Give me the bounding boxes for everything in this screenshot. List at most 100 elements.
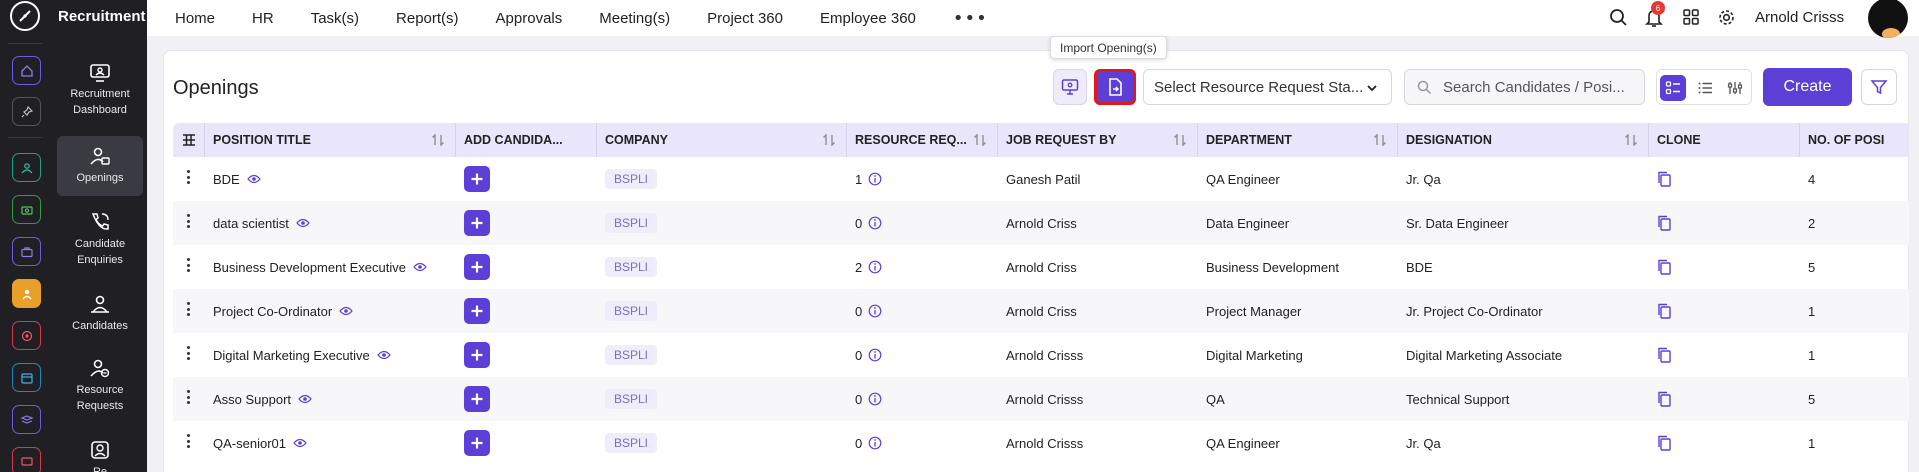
gear-icon[interactable] bbox=[1717, 8, 1736, 31]
position-title[interactable]: Digital Marketing Executive bbox=[213, 348, 370, 363]
header-no-of-positions[interactable]: NO. OF POSI bbox=[1800, 123, 1909, 157]
calendar-rail-icon[interactable] bbox=[12, 363, 41, 392]
recruitment-rail-icon[interactable] bbox=[12, 279, 41, 308]
position-title[interactable]: Business Development Executive bbox=[213, 260, 406, 275]
header-designation[interactable]: DESIGNATION bbox=[1398, 123, 1649, 157]
add-candidate-button[interactable] bbox=[464, 430, 490, 456]
table-row[interactable]: BDE BSPLI 1 Ganesh Patil QA Engineer Jr. Qa 4 bbox=[173, 157, 1909, 201]
sidebar-item-openings[interactable]: Openings bbox=[57, 136, 143, 196]
info-icon[interactable] bbox=[868, 392, 882, 406]
target-rail-icon[interactable] bbox=[12, 321, 41, 350]
position-title[interactable]: BDE bbox=[213, 172, 240, 187]
present-button[interactable] bbox=[1053, 69, 1087, 105]
add-candidate-button[interactable] bbox=[464, 254, 490, 280]
create-button[interactable]: Create bbox=[1763, 68, 1852, 106]
user-name[interactable]: Arnold Crisss bbox=[1755, 9, 1844, 26]
pin-rail-icon[interactable] bbox=[12, 97, 41, 126]
header-company[interactable]: COMPANY bbox=[597, 123, 847, 157]
position-title[interactable]: QA-senior01 bbox=[213, 436, 286, 451]
add-candidate-button[interactable] bbox=[464, 210, 490, 236]
add-candidate-button[interactable] bbox=[464, 166, 490, 192]
info-icon[interactable] bbox=[868, 436, 882, 450]
nav-approvals[interactable]: Approvals bbox=[496, 10, 563, 27]
table-row[interactable]: Project Co-Ordinator BSPLI 0 Arnold Criss Pr… bbox=[173, 289, 1909, 333]
eye-icon[interactable] bbox=[298, 394, 312, 404]
eye-icon[interactable] bbox=[296, 218, 310, 228]
card-view-button[interactable] bbox=[1660, 75, 1686, 101]
row-menu-icon[interactable] bbox=[186, 302, 190, 316]
layers-rail-icon[interactable] bbox=[12, 405, 41, 434]
list-view-button[interactable] bbox=[1692, 75, 1718, 101]
nav-tasks[interactable]: Task(s) bbox=[311, 10, 359, 27]
add-candidate-button[interactable] bbox=[464, 386, 490, 412]
sidebar-item-recruitment-dashboard[interactable]: Recruitment Dashboard bbox=[57, 64, 143, 126]
sort-icon[interactable] bbox=[822, 134, 836, 146]
column-settings-button[interactable] bbox=[173, 123, 205, 157]
eye-icon[interactable] bbox=[246, 174, 261, 184]
compass-logo-icon[interactable] bbox=[10, 1, 40, 31]
sort-icon[interactable] bbox=[973, 134, 987, 146]
table-row[interactable]: Digital Marketing Executive BSPLI 0 Arnold … bbox=[173, 333, 1909, 377]
filter-button[interactable] bbox=[1861, 69, 1897, 105]
nav-more-button[interactable]: ••• bbox=[953, 8, 988, 29]
copy-icon[interactable] bbox=[1657, 171, 1671, 187]
copy-icon[interactable] bbox=[1657, 215, 1671, 231]
info-icon[interactable] bbox=[868, 304, 882, 318]
people-rail-icon[interactable] bbox=[12, 153, 41, 182]
nav-meetings[interactable]: Meeting(s) bbox=[599, 10, 670, 27]
nav-reports[interactable]: Report(s) bbox=[396, 10, 459, 27]
search-icon[interactable] bbox=[1609, 8, 1628, 31]
settings-view-button[interactable] bbox=[1722, 75, 1748, 101]
add-candidate-button[interactable] bbox=[464, 342, 490, 368]
row-menu-icon[interactable] bbox=[186, 214, 190, 228]
eye-icon[interactable] bbox=[377, 350, 391, 360]
search-input[interactable] bbox=[1443, 70, 1638, 104]
copy-icon[interactable] bbox=[1657, 391, 1671, 407]
sort-icon[interactable] bbox=[1173, 134, 1187, 146]
nav-project-360[interactable]: Project 360 bbox=[707, 10, 783, 27]
eye-icon[interactable] bbox=[413, 262, 427, 272]
sidebar-item-candidate-enquiries[interactable]: Candidate Enquiries bbox=[57, 212, 143, 274]
sort-icon[interactable] bbox=[431, 134, 445, 146]
resource-status-select[interactable]: Select Resource Request Sta... bbox=[1143, 69, 1392, 105]
copy-icon[interactable] bbox=[1657, 303, 1671, 319]
table-row[interactable]: Business Development Executive BSPLI 2 Arno… bbox=[173, 245, 1909, 289]
copy-icon[interactable] bbox=[1657, 347, 1671, 363]
eye-icon[interactable] bbox=[293, 438, 307, 448]
info-icon[interactable] bbox=[868, 348, 882, 362]
copy-icon[interactable] bbox=[1657, 259, 1671, 275]
info-icon[interactable] bbox=[868, 216, 882, 230]
sidebar-item-resource-requests[interactable]: Resource Requests bbox=[57, 358, 143, 420]
position-title[interactable]: Project Co-Ordinator bbox=[213, 304, 332, 319]
copy-icon[interactable] bbox=[1657, 435, 1671, 451]
sort-icon[interactable] bbox=[1373, 134, 1387, 146]
briefcase-rail-icon[interactable] bbox=[12, 237, 41, 266]
row-menu-icon[interactable] bbox=[186, 170, 190, 184]
sort-icon[interactable] bbox=[1624, 134, 1638, 146]
position-title[interactable]: Asso Support bbox=[213, 392, 291, 407]
sidebar-item-re[interactable]: Re bbox=[57, 440, 143, 472]
nav-employee-360[interactable]: Employee 360 bbox=[820, 10, 916, 27]
header-department[interactable]: DEPARTMENT bbox=[1198, 123, 1398, 157]
header-position-title[interactable]: POSITION TITLE bbox=[205, 123, 456, 157]
info-icon[interactable] bbox=[868, 172, 882, 186]
candidate-search[interactable] bbox=[1404, 69, 1645, 105]
row-menu-icon[interactable] bbox=[186, 434, 190, 448]
table-row[interactable]: Asso Support BSPLI 0 Arnold Crisss QA Technic… bbox=[173, 377, 1909, 421]
info-icon[interactable] bbox=[868, 260, 882, 274]
nav-home[interactable]: Home bbox=[175, 10, 215, 27]
header-job-request-by[interactable]: JOB REQUEST BY bbox=[998, 123, 1198, 157]
table-row[interactable]: data scientist BSPLI 0 Arnold Criss Data Eng… bbox=[173, 201, 1909, 245]
table-row[interactable]: QA-senior01 BSPLI 0 Arnold Crisss QA Enginee… bbox=[173, 421, 1909, 465]
row-menu-icon[interactable] bbox=[186, 390, 190, 404]
home-rail-icon[interactable] bbox=[12, 56, 41, 85]
row-menu-icon[interactable] bbox=[186, 258, 190, 272]
import-openings-button[interactable] bbox=[1094, 69, 1136, 105]
header-resource-requested[interactable]: RESOURCE REQ... bbox=[847, 123, 998, 157]
eye-icon[interactable] bbox=[339, 306, 354, 316]
sidebar-item-candidates[interactable]: Candidates bbox=[57, 294, 143, 338]
monitor-rail-icon[interactable] bbox=[12, 447, 41, 472]
row-menu-icon[interactable] bbox=[186, 346, 190, 360]
nav-hr[interactable]: HR bbox=[252, 10, 274, 27]
apps-grid-icon[interactable] bbox=[1682, 8, 1700, 30]
